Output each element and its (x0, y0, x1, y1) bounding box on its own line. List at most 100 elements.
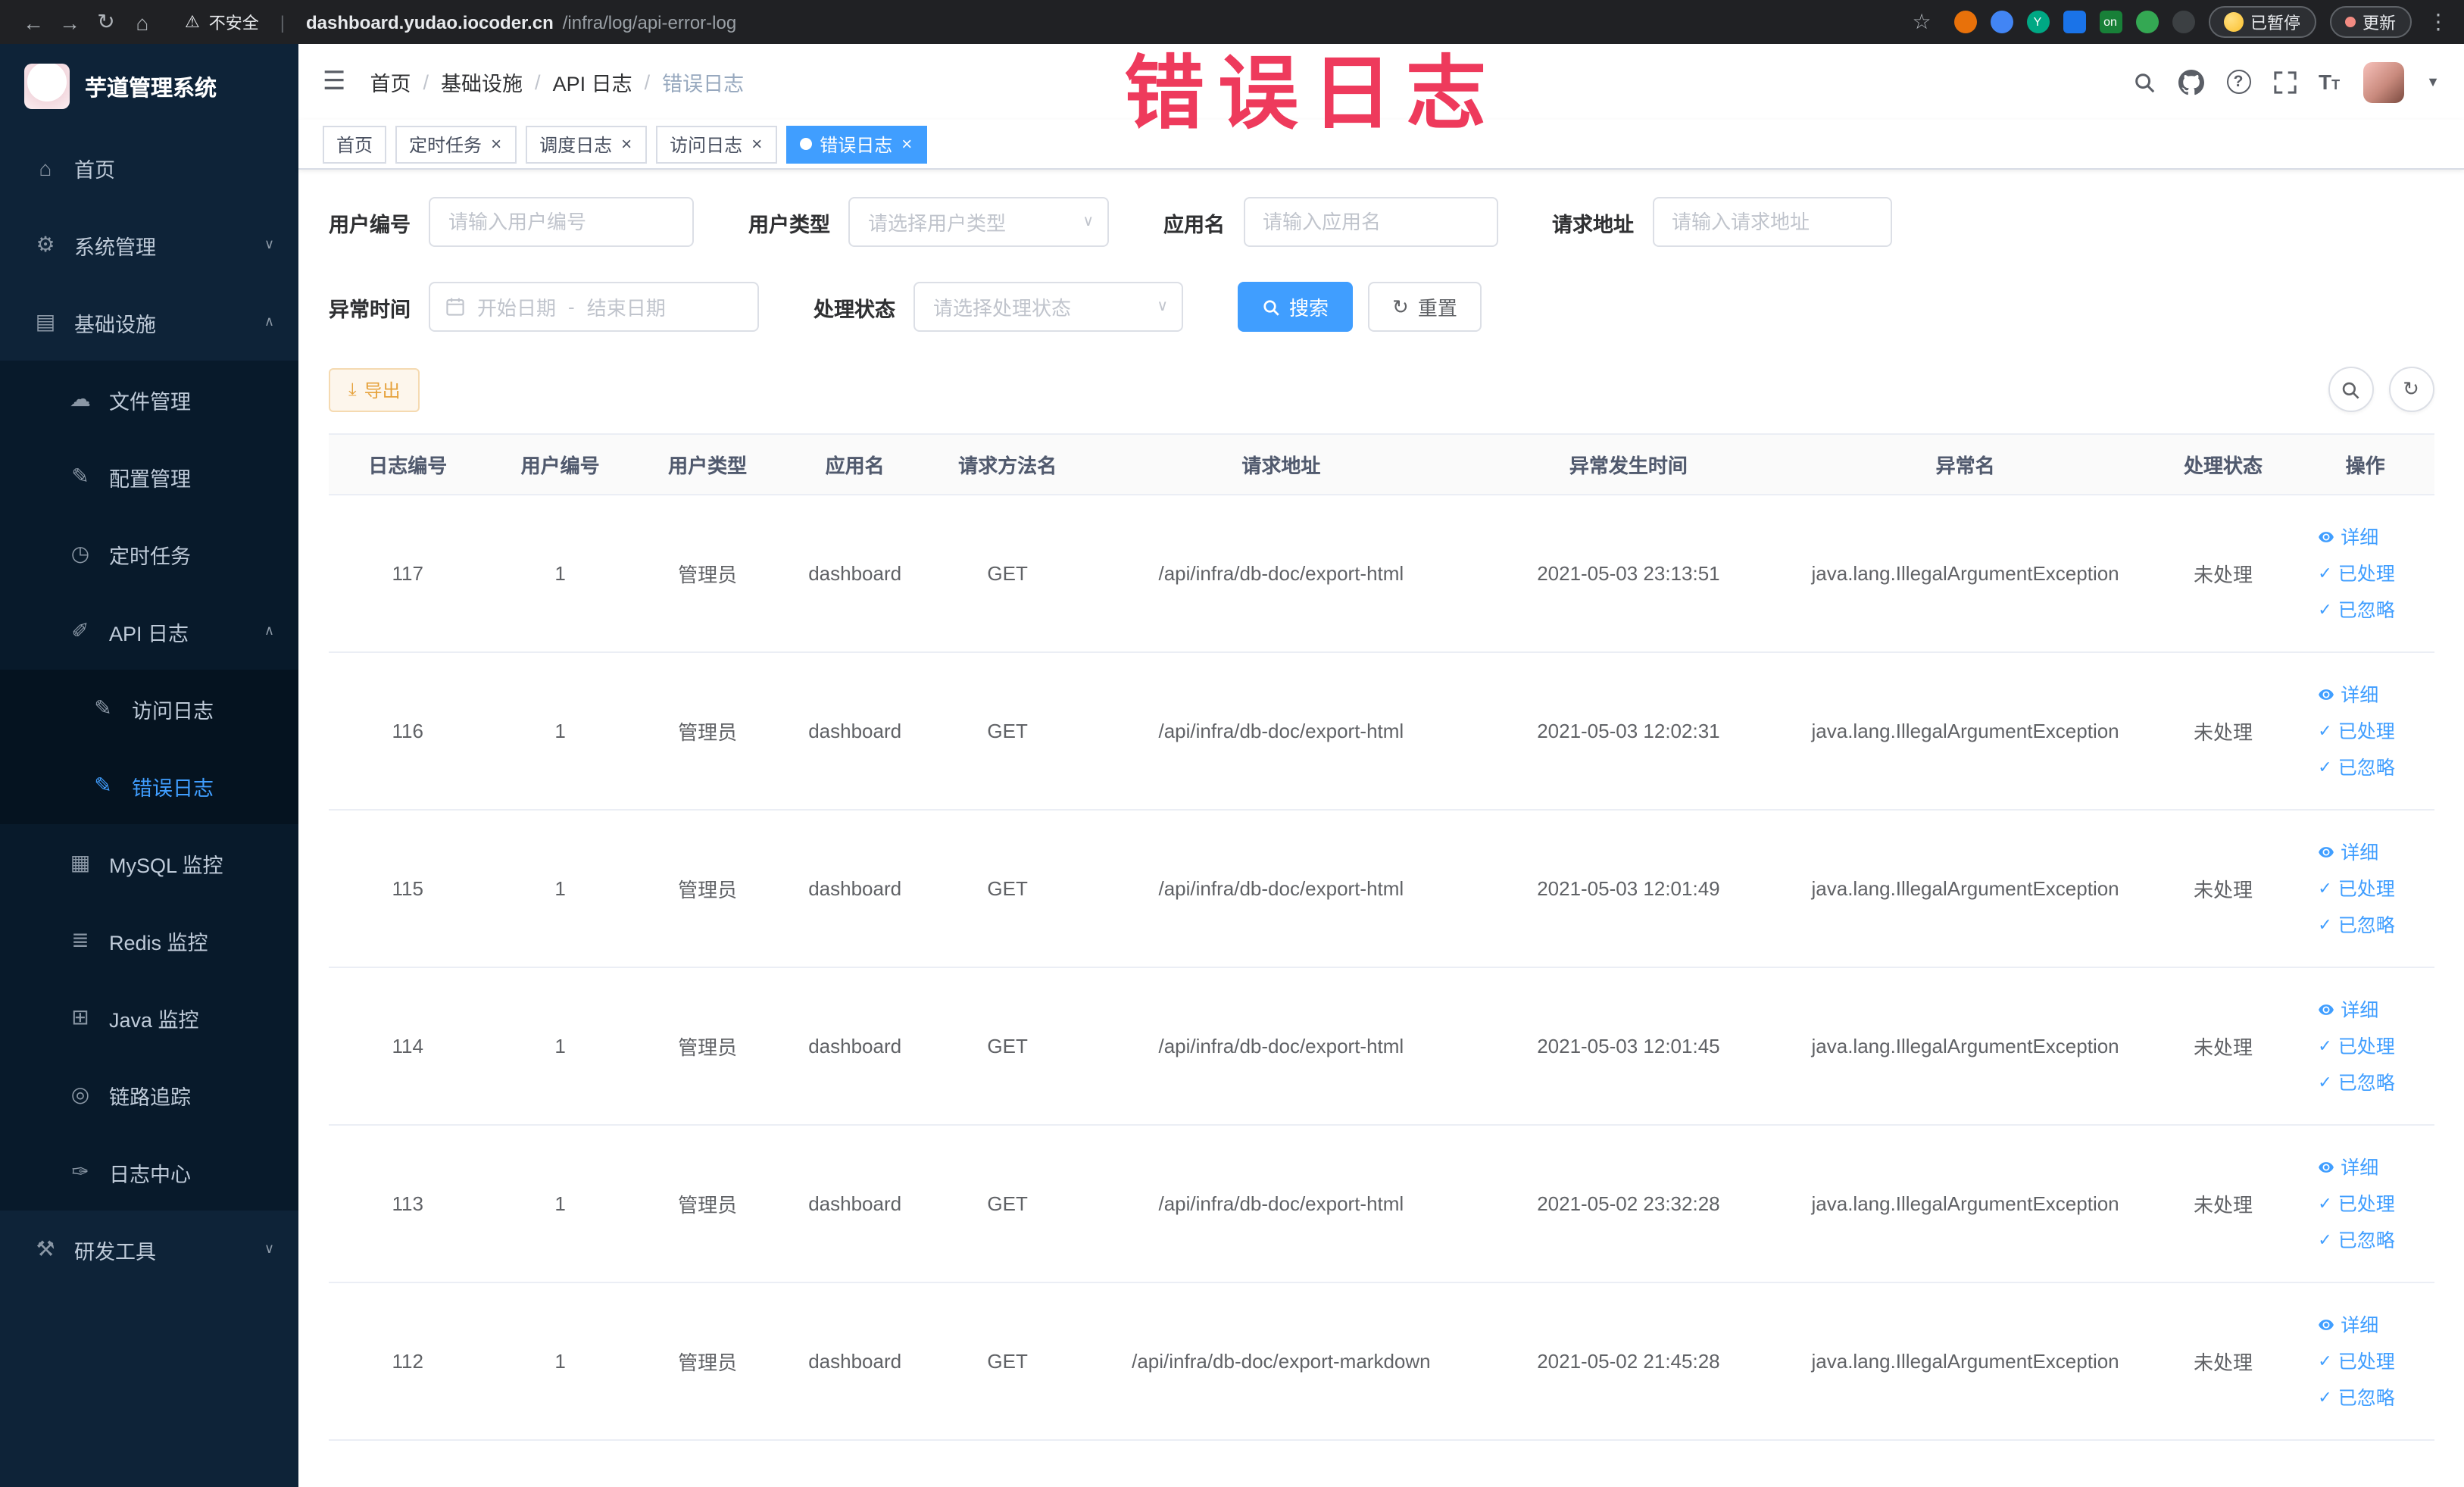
app-name-input[interactable] (1243, 197, 1497, 247)
sidebar-item-system-management[interactable]: ⚙ 系统管理 ∨ (0, 206, 298, 283)
bookmark-star-icon[interactable]: ☆ (1903, 4, 1940, 40)
action-detail[interactable]: 详细 (2303, 1307, 2428, 1343)
reload-icon[interactable]: ↻ (88, 4, 124, 40)
action-detail[interactable]: 详细 (2303, 834, 2428, 870)
action-ignored[interactable]: ✓ 已忽略 (2303, 1064, 2428, 1101)
sidebar-item-log-center[interactable]: ✑ 日志中心 (0, 1133, 298, 1211)
action-ignored[interactable]: ✓ 已忽略 (2303, 592, 2428, 628)
forward-icon[interactable]: → (52, 4, 88, 40)
cloud-file-icon: ☁ (70, 386, 91, 411)
breadcrumb-item[interactable]: API 日志 (553, 67, 632, 97)
action-ignored[interactable]: ✓ 已忽略 (2303, 907, 2428, 943)
export-button[interactable]: ⤓ 导出 (329, 367, 420, 411)
chevron-down-icon[interactable]: ▼ (2426, 74, 2440, 89)
tab-home[interactable]: 首页 (323, 125, 387, 163)
sidebar-item-error-log[interactable]: ✎ 错误日志 (0, 747, 298, 824)
tab-scheduled-tasks[interactable]: 定时任务 × (395, 125, 517, 163)
sidebar-item-label: 链路追踪 (109, 1086, 191, 1108)
tab-error-log[interactable]: 错误日志 × (786, 125, 928, 163)
extension-icon-4[interactable] (2063, 11, 2085, 33)
breadcrumb-item[interactable]: 首页 (370, 67, 411, 97)
breadcrumb-item[interactable]: 基础设施 (441, 67, 523, 97)
extension-icon-6[interactable] (2172, 11, 2194, 33)
request-url-input[interactable] (1652, 197, 1891, 247)
action-detail[interactable]: 详细 (2303, 519, 2428, 555)
font-size-icon[interactable]: TT (2319, 71, 2340, 92)
sidebar-item-api-logs[interactable]: ✐ API 日志 ∧ (0, 592, 298, 670)
process-status-select[interactable]: 请选择处理状态 ∨ (913, 282, 1183, 332)
action-ignored[interactable]: ✓ 已忽略 (2303, 1222, 2428, 1258)
dev-tools-icon: ⚒ (36, 1236, 55, 1261)
github-icon[interactable] (2178, 69, 2204, 95)
sidebar-item-config-management[interactable]: ✎ 配置管理 (0, 438, 298, 515)
sidebar-item-access-log[interactable]: ✎ 访问日志 (0, 670, 298, 747)
action-label: 已处理 (2338, 878, 2395, 899)
date-separator: - (568, 295, 575, 318)
close-icon[interactable]: × (900, 135, 913, 153)
check-icon: ✓ (2318, 1073, 2332, 1092)
sidebar-item-scheduled-tasks[interactable]: ◷ 定时任务 (0, 515, 298, 592)
home-icon[interactable]: ⌂ (124, 4, 161, 40)
extension-icon-5[interactable] (2135, 11, 2158, 33)
action-processed[interactable]: ✓ 已处理 (2303, 555, 2428, 592)
refresh-icon: ↻ (1392, 295, 1409, 317)
action-processed[interactable]: ✓ 已处理 (2303, 1186, 2428, 1222)
action-ignored[interactable]: ✓ 已忽略 (2303, 749, 2428, 786)
back-icon[interactable]: ← (15, 4, 52, 40)
help-icon[interactable]: ? (2226, 70, 2251, 94)
logo[interactable]: 芋道管理系统 (0, 44, 298, 129)
action-label: 详细 (2341, 1314, 2379, 1335)
refresh-icon: ↻ (2403, 377, 2419, 400)
extension-icon-2[interactable] (1990, 11, 2013, 33)
action-ignored[interactable]: ✓ 已忽略 (2303, 1379, 2428, 1416)
action-detail[interactable]: 详细 (2303, 1149, 2428, 1186)
action-processed[interactable]: ✓ 已处理 (2303, 1028, 2428, 1064)
table-row: 116 1 管理员 dashboard GET/api/infra/db-doc/exp… (329, 652, 2434, 811)
close-icon[interactable]: × (620, 135, 633, 153)
action-detail[interactable]: 详细 (2303, 676, 2428, 713)
tags-view: 首页 定时任务 × 调度日志 × 访问日志 × 错误日志 × (298, 120, 2464, 170)
search-icon[interactable] (2132, 70, 2155, 93)
action-processed[interactable]: ✓ 已处理 (2303, 1343, 2428, 1379)
hamburger-icon[interactable]: ☰ (323, 67, 346, 97)
sidebar-item-java-monitor[interactable]: ⊞ Java 监控 (0, 979, 298, 1056)
tab-schedule-log[interactable]: 调度日志 × (526, 125, 648, 163)
close-icon[interactable]: × (489, 135, 503, 153)
url-bar[interactable]: ⚠ 不安全 | dashboard.yudao.iocoder.cn/infra… (185, 10, 736, 34)
fullscreen-icon[interactable] (2273, 70, 2296, 93)
extension-icon-1[interactable] (1953, 11, 1976, 33)
tab-access-log[interactable]: 访问日志 × (656, 125, 778, 163)
cell-url: /api/infra/db-doc/export-html (1086, 967, 1476, 1126)
sidebar-item-redis-monitor[interactable]: ≣ Redis 监控 (0, 901, 298, 979)
user-id-input[interactable] (429, 197, 694, 247)
sidebar-item-mysql-monitor[interactable]: ▦ MySQL 监控 (0, 824, 298, 901)
sidebar-item-dev-tools[interactable]: ⚒ 研发工具 ∨ (0, 1211, 298, 1288)
extension-badge-icon[interactable]: on (2099, 11, 2122, 33)
sidebar-item-file-management[interactable]: ☁ 文件管理 (0, 361, 298, 438)
sidebar-item-infrastructure[interactable]: ▤ 基础设施 ∧ (0, 283, 298, 361)
gear-icon: ⚙ (36, 232, 55, 256)
user-type-select[interactable]: 请选择用户类型 ∨ (848, 197, 1109, 247)
table-row: 114 1 管理员 dashboard GET/api/infra/db-doc/exp… (329, 967, 2434, 1126)
update-dot-icon (2344, 17, 2355, 27)
browser-menu-icon[interactable]: ⋮ (2428, 9, 2449, 35)
search-button[interactable]: 搜索 (1238, 282, 1354, 332)
close-icon[interactable]: × (750, 135, 764, 153)
browser-chrome: ← → ↻ ⌂ ⚠ 不安全 | dashboard.yudao.iocoder.… (0, 0, 2464, 44)
action-label: 已忽略 (2338, 1229, 2395, 1251)
exception-time-range-picker[interactable]: 开始日期 - 结束日期 (429, 282, 759, 332)
sidebar-item-home[interactable]: ⌂ 首页 (0, 129, 298, 206)
update-button[interactable]: 更新 (2329, 6, 2411, 38)
extension-icon-3[interactable]: Y (2026, 11, 2049, 33)
action-processed[interactable]: ✓ 已处理 (2303, 870, 2428, 907)
toggle-search-button[interactable] (2328, 367, 2373, 412)
action-detail[interactable]: 详细 (2303, 992, 2428, 1028)
action-processed[interactable]: ✓ 已处理 (2303, 713, 2428, 749)
user-avatar[interactable] (2363, 61, 2404, 102)
reset-button[interactable]: ↻ 重置 (1368, 282, 1482, 332)
check-icon: ✓ (2318, 722, 2332, 740)
sidebar-item-tracing[interactable]: ◎ 链路追踪 (0, 1056, 298, 1133)
action-label: 详细 (2341, 526, 2379, 548)
paused-pill[interactable]: 已暂停 (2208, 6, 2316, 38)
refresh-table-button[interactable]: ↻ (2388, 367, 2434, 412)
